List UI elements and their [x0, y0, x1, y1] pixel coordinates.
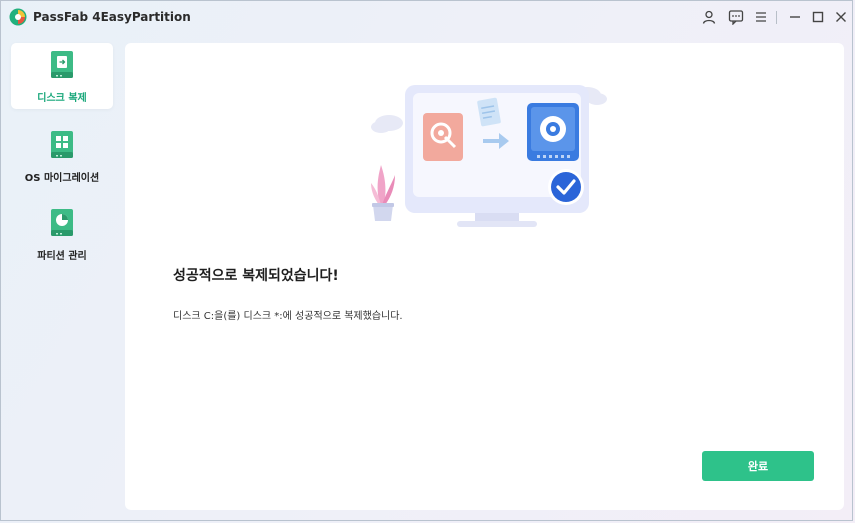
user-icon[interactable] — [701, 9, 717, 25]
minimize-icon[interactable] — [787, 9, 803, 25]
app-title: PassFab 4EasyPartition — [33, 10, 191, 24]
disk-clone-icon — [51, 51, 73, 78]
check-badge-icon — [548, 169, 584, 205]
main-panel: 성공적으로 복제되었습니다! 디스크 C:을(를) 디스크 *:에 성공적으로 … — [125, 43, 844, 510]
sidebar-item-label: 디스크 복제 — [37, 93, 87, 104]
sidebar-item-label: OS 마이그레이션 — [24, 173, 100, 184]
done-button[interactable]: 완료 — [702, 451, 814, 481]
source-disk-icon — [423, 113, 463, 161]
partition-manage-icon — [51, 209, 73, 236]
app-window: PassFab 4EasyPartition 디스크 복제 OS 마이그레이션 … — [0, 0, 853, 521]
titlebar-divider — [776, 11, 777, 24]
sidebar-item-label: 파티션 관리 — [37, 251, 87, 262]
clone-success-illustration — [371, 85, 607, 227]
success-message: 디스크 C:을(를) 디스크 *:에 성공적으로 복제했습니다. — [173, 311, 403, 322]
feedback-icon[interactable] — [728, 9, 744, 25]
sidebar-item-disk-clone[interactable]: 디스크 복제 — [11, 43, 113, 109]
os-migration-icon — [51, 131, 73, 158]
cloud-icon — [371, 115, 403, 133]
app-logo-icon — [9, 8, 27, 26]
maximize-icon[interactable] — [810, 9, 826, 25]
title-bar: PassFab 4EasyPartition — [1, 1, 854, 35]
close-icon[interactable] — [833, 9, 849, 25]
sidebar-item-partition-manage[interactable]: 파티션 관리 — [11, 201, 113, 267]
menu-icon[interactable] — [753, 9, 769, 25]
sidebar-item-os-migration[interactable]: OS 마이그레이션 — [11, 123, 113, 189]
target-disk-icon — [527, 103, 579, 161]
plant-icon — [371, 165, 395, 221]
success-headline: 성공적으로 복제되었습니다! — [173, 268, 339, 284]
